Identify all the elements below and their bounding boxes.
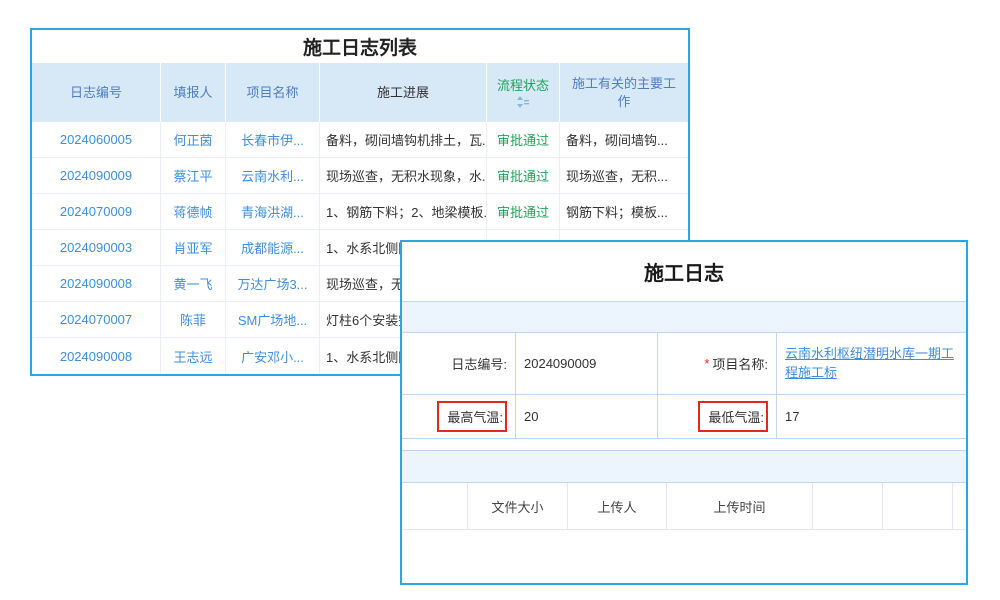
project-link[interactable]: 云南水利... xyxy=(241,166,304,185)
table-row: 2024060005 何正茵 长春市伊... 备料，砌间墙钩机排土，瓦... 审… xyxy=(32,122,688,158)
form-row-1: 日志编号: 2024090009 * 项目名称: 云南水利枢纽潜明水库一期工程施… xyxy=(402,333,966,395)
list-title: 施工日志列表 xyxy=(32,30,688,63)
attachment-column-uploader: 上传人 xyxy=(568,483,667,529)
construction-log-form-panel: 施工日志 日志编号: 2024090009 * 项目名称: 云南水利枢纽潜明水库… xyxy=(400,240,968,585)
attachment-column-empty-3 xyxy=(883,483,953,529)
project-link[interactable]: 青海洪湖... xyxy=(241,202,304,221)
list-header-row: 日志编号 填报人 项目名称 施工进展 流程状态 xyxy=(32,63,688,122)
attachment-column-empty-2 xyxy=(813,483,883,529)
main-work-cell: 备料，砌间墙钩... xyxy=(560,122,688,157)
log-id-link[interactable]: 2024070007 xyxy=(60,312,132,327)
project-link[interactable]: SM广场地... xyxy=(238,310,307,329)
reporter-link[interactable]: 何正茵 xyxy=(173,130,212,149)
log-id-link[interactable]: 2024060005 xyxy=(60,132,132,147)
min-temp-value: 17 xyxy=(777,395,966,438)
status-cell: 审批通过 xyxy=(487,122,560,157)
column-header-status[interactable]: 流程状态 xyxy=(487,63,560,122)
log-id-link[interactable]: 2024090008 xyxy=(60,349,132,364)
attachment-column-empty-1 xyxy=(402,483,468,529)
progress-cell: 备料，砌间墙钩机排土，瓦... xyxy=(320,122,487,157)
log-number-value: 2024090009 xyxy=(516,333,658,394)
attachment-column-file-size: 文件大小 xyxy=(468,483,568,529)
log-id-link[interactable]: 2024090009 xyxy=(60,168,132,183)
column-header-log-id[interactable]: 日志编号 xyxy=(32,63,161,122)
page: 施工日志列表 日志编号 填报人 项目名称 施工进展 流程状态 xyxy=(0,0,1000,600)
form-row-2: 最高气温: 20 最低气温: 17 xyxy=(402,395,966,439)
log-id-link[interactable]: 2024090003 xyxy=(60,240,132,255)
required-asterisk: * xyxy=(704,356,709,371)
project-link[interactable]: 长春市伊... xyxy=(241,130,304,149)
column-header-progress[interactable]: 施工进展 xyxy=(320,63,487,122)
reporter-link[interactable]: 王志远 xyxy=(173,347,212,366)
attachment-column-empty-4 xyxy=(953,483,966,529)
table-row: 2024070009 蒋德帧 青海洪湖... 1、钢筋下料；2、地梁模板... … xyxy=(32,194,688,230)
min-temp-highlight-box: 最低气温: xyxy=(698,401,768,432)
project-link[interactable]: 广安邓小... xyxy=(241,347,304,366)
progress-cell: 1、钢筋下料；2、地梁模板... xyxy=(320,194,487,229)
reporter-link[interactable]: 肖亚军 xyxy=(173,238,212,257)
log-id-link[interactable]: 2024070009 xyxy=(60,204,132,219)
reporter-link[interactable]: 蒋德帧 xyxy=(173,202,212,221)
project-link[interactable]: 万达广场3... xyxy=(237,274,307,293)
max-temp-value: 20 xyxy=(516,395,658,438)
min-temp-label: 最低气温: xyxy=(658,395,777,438)
reporter-link[interactable]: 陈菲 xyxy=(180,310,206,329)
max-temp-highlight-box: 最高气温: xyxy=(437,401,507,432)
attachment-column-upload-time: 上传时间 xyxy=(667,483,813,529)
max-temp-label: 最高气温: xyxy=(402,395,516,438)
reporter-link[interactable]: 蔡江平 xyxy=(173,166,212,185)
table-row: 2024090009 蔡江平 云南水利... 现场巡查，无积水现象，水... 审… xyxy=(32,158,688,194)
form-section-bar-attachments xyxy=(402,450,966,483)
log-id-link[interactable]: 2024090008 xyxy=(60,276,132,291)
main-work-cell: 现场巡查，无积... xyxy=(560,158,688,193)
form-title: 施工日志 xyxy=(402,242,966,301)
main-work-cell: 钢筋下料；模板... xyxy=(560,194,688,229)
column-header-project[interactable]: 项目名称 xyxy=(226,63,320,122)
form-section-bar-top xyxy=(402,301,966,333)
project-link[interactable]: 成都能源... xyxy=(241,238,304,257)
column-header-main-work[interactable]: 施工有关的主要工 作 xyxy=(560,63,688,122)
sort-icon[interactable] xyxy=(516,96,530,108)
attachments-empty-body xyxy=(402,530,966,583)
column-header-reporter[interactable]: 填报人 xyxy=(161,63,226,122)
attachments-header-row: 文件大小 上传人 上传时间 xyxy=(402,483,966,530)
project-name-label: * 项目名称: xyxy=(658,333,777,394)
form-gap xyxy=(402,439,966,450)
project-name-value: 云南水利枢纽潜明水库一期工程施工标 xyxy=(777,333,966,394)
status-cell: 审批通过 xyxy=(487,158,560,193)
project-name-link[interactable]: 云南水利枢纽潜明水库一期工程施工标 xyxy=(785,345,958,383)
status-cell: 审批通过 xyxy=(487,194,560,229)
reporter-link[interactable]: 黄一飞 xyxy=(173,274,212,293)
log-number-label: 日志编号: xyxy=(402,333,516,394)
progress-cell: 现场巡查，无积水现象，水... xyxy=(320,158,487,193)
